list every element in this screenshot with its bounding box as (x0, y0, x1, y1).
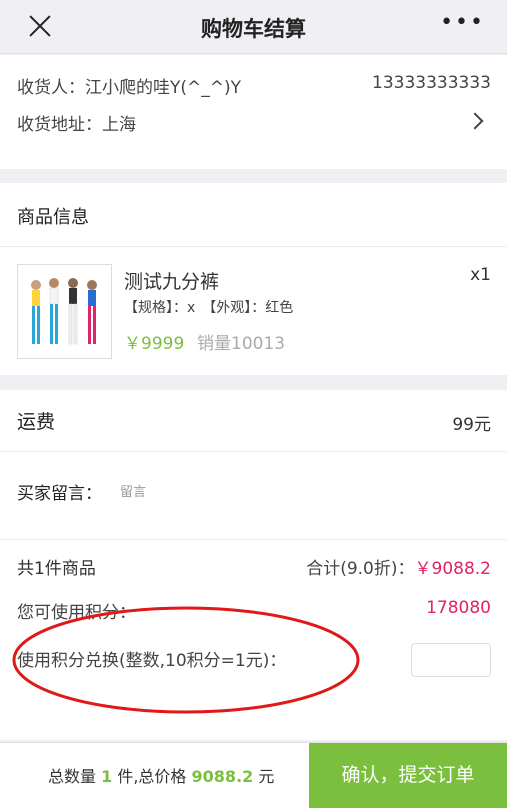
more-icon[interactable]: ••• (440, 10, 485, 35)
receiver-phone: 13333333333 (372, 73, 491, 93)
product-sales: 销量10013 (197, 334, 286, 354)
submit-order-button[interactable]: 确认，提交订单 (309, 743, 507, 808)
points-label: 您可使用积分： (17, 603, 136, 623)
bottom-bar: 总数量 1 件,总价格 9088.2 元 确认，提交订单 (0, 742, 507, 808)
model-figure (31, 278, 97, 345)
divider (0, 451, 507, 452)
total-qty: 1 (101, 767, 113, 786)
order-summary-text: 总数量 1 件,总价格 9088.2 元 (48, 763, 274, 787)
item-count: 共1件商品 (17, 559, 96, 579)
goods-section-title: 商品信息 (17, 207, 89, 228)
product-name: 测试九分裤 (124, 271, 220, 293)
order-summary: 运费 99元 买家留言： 留言 共1件商品 合计(9.0折)：￥9088.2 您… (0, 390, 507, 740)
qty-prefix: 总数量 (48, 767, 97, 786)
shipping-label: 运费 (17, 411, 56, 433)
chevron-right-icon (466, 112, 484, 130)
total-price: 9088.2 (191, 767, 254, 786)
points-exchange-input[interactable] (411, 643, 491, 677)
top-bar: 购物车结算 ••• (0, 0, 507, 54)
receiver-name: 收货人：江小爬的哇Y(^_^)Y (17, 78, 242, 98)
price-suffix: 元 (258, 767, 275, 786)
product-price: ￥9999 (124, 334, 185, 354)
divider (0, 246, 507, 247)
total-value: ￥9088.2 (414, 559, 491, 579)
receiver-address: 收货地址：上海 (17, 115, 136, 135)
qty-mid: 件,总价格 (117, 767, 187, 786)
product-spec: 【规格】：x 【外观】：红色 (124, 300, 294, 316)
message-label: 买家留言： (17, 484, 102, 504)
total-label: 合计(9.0折)： (306, 559, 415, 579)
order-total: 合计(9.0折)：￥9088.2 (306, 554, 491, 579)
shipping-value: 99元 (452, 415, 491, 435)
message-input[interactable]: 留言 (120, 481, 146, 500)
divider (0, 539, 507, 540)
points-exchange-label: 使用积分兑换(整数,10积分=1元)： (17, 651, 287, 671)
product-thumbnail[interactable] (17, 264, 112, 359)
product-qty: x1 (470, 265, 491, 285)
address-card[interactable]: 收货人：江小爬的哇Y(^_^)Y 13333333333 收货地址：上海 (0, 55, 507, 169)
page-title: 购物车结算 (201, 17, 306, 41)
goods-section: 商品信息 测试九分裤 x1 【规格】：x 【外观】：红色 ￥9999 销量100… (0, 183, 507, 375)
points-value: 178080 (426, 598, 491, 618)
